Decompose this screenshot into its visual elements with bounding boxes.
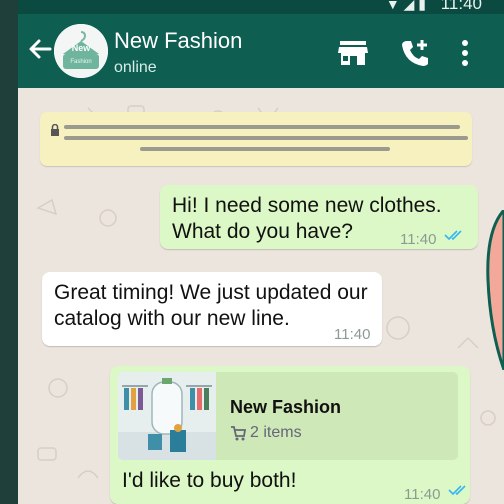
contact-name[interactable]: New Fashion (114, 28, 242, 54)
outgoing-message[interactable]: Hi! I need some new clothes. What do you… (160, 185, 478, 249)
signal-icons: ▼ ◢ ▮ (385, 0, 426, 12)
message-time: 11:40 (404, 486, 441, 503)
more-vert-icon (462, 40, 468, 66)
catalog-item-count: 2 items (230, 420, 302, 446)
double-check-icon (444, 230, 462, 241)
contact-status: online (114, 59, 157, 76)
message-text: I'd like to buy both! (122, 469, 297, 492)
catalog-name: New Fashion (230, 397, 342, 417)
incoming-message[interactable]: Great timing! We just updated our catalo… (42, 272, 382, 346)
encryption-notice[interactable] (40, 112, 472, 166)
status-time: 11:40 (440, 0, 482, 13)
avatar[interactable]: New Fashion (54, 24, 108, 78)
status-bar: ▼ ◢ ▮ 11:40 (18, 0, 504, 14)
message-time: 11:40 (400, 231, 437, 248)
message-time: 11:40 (334, 326, 371, 343)
add-call-button[interactable] (398, 36, 432, 70)
chat-header: New Fashion New Fashion online (18, 14, 504, 88)
back-button[interactable] (26, 32, 54, 66)
chat-screen: ▼ ◢ ▮ 11:40 New Fashion New Fashion onli… (18, 0, 504, 504)
outgoing-catalog-message[interactable]: New Fashion 2 items I'd like to buy both… (110, 366, 470, 504)
message-text: Great timing! We just updated our catalo… (54, 281, 368, 330)
catalog-thumbnail (118, 372, 216, 460)
notice-line (140, 147, 390, 151)
lock-icon (51, 124, 59, 136)
more-options-button[interactable] (454, 36, 476, 70)
catalog-button[interactable] (336, 36, 370, 70)
svg-text:New: New (72, 43, 92, 53)
store-icon (338, 41, 368, 65)
decorative-shape (486, 210, 504, 370)
notice-line (64, 125, 460, 129)
back-arrow-icon (29, 39, 52, 59)
add-call-icon (402, 40, 428, 66)
catalog-card[interactable]: New Fashion 2 items (118, 372, 458, 460)
double-check-icon (448, 485, 466, 496)
cart-icon (231, 425, 246, 441)
catalog-items-text: 2 items (250, 424, 302, 441)
svg-text:Fashion: Fashion (70, 59, 91, 65)
notice-line (64, 136, 468, 140)
store-interior-image (118, 372, 216, 460)
hanger-logo: New Fashion (54, 24, 108, 78)
